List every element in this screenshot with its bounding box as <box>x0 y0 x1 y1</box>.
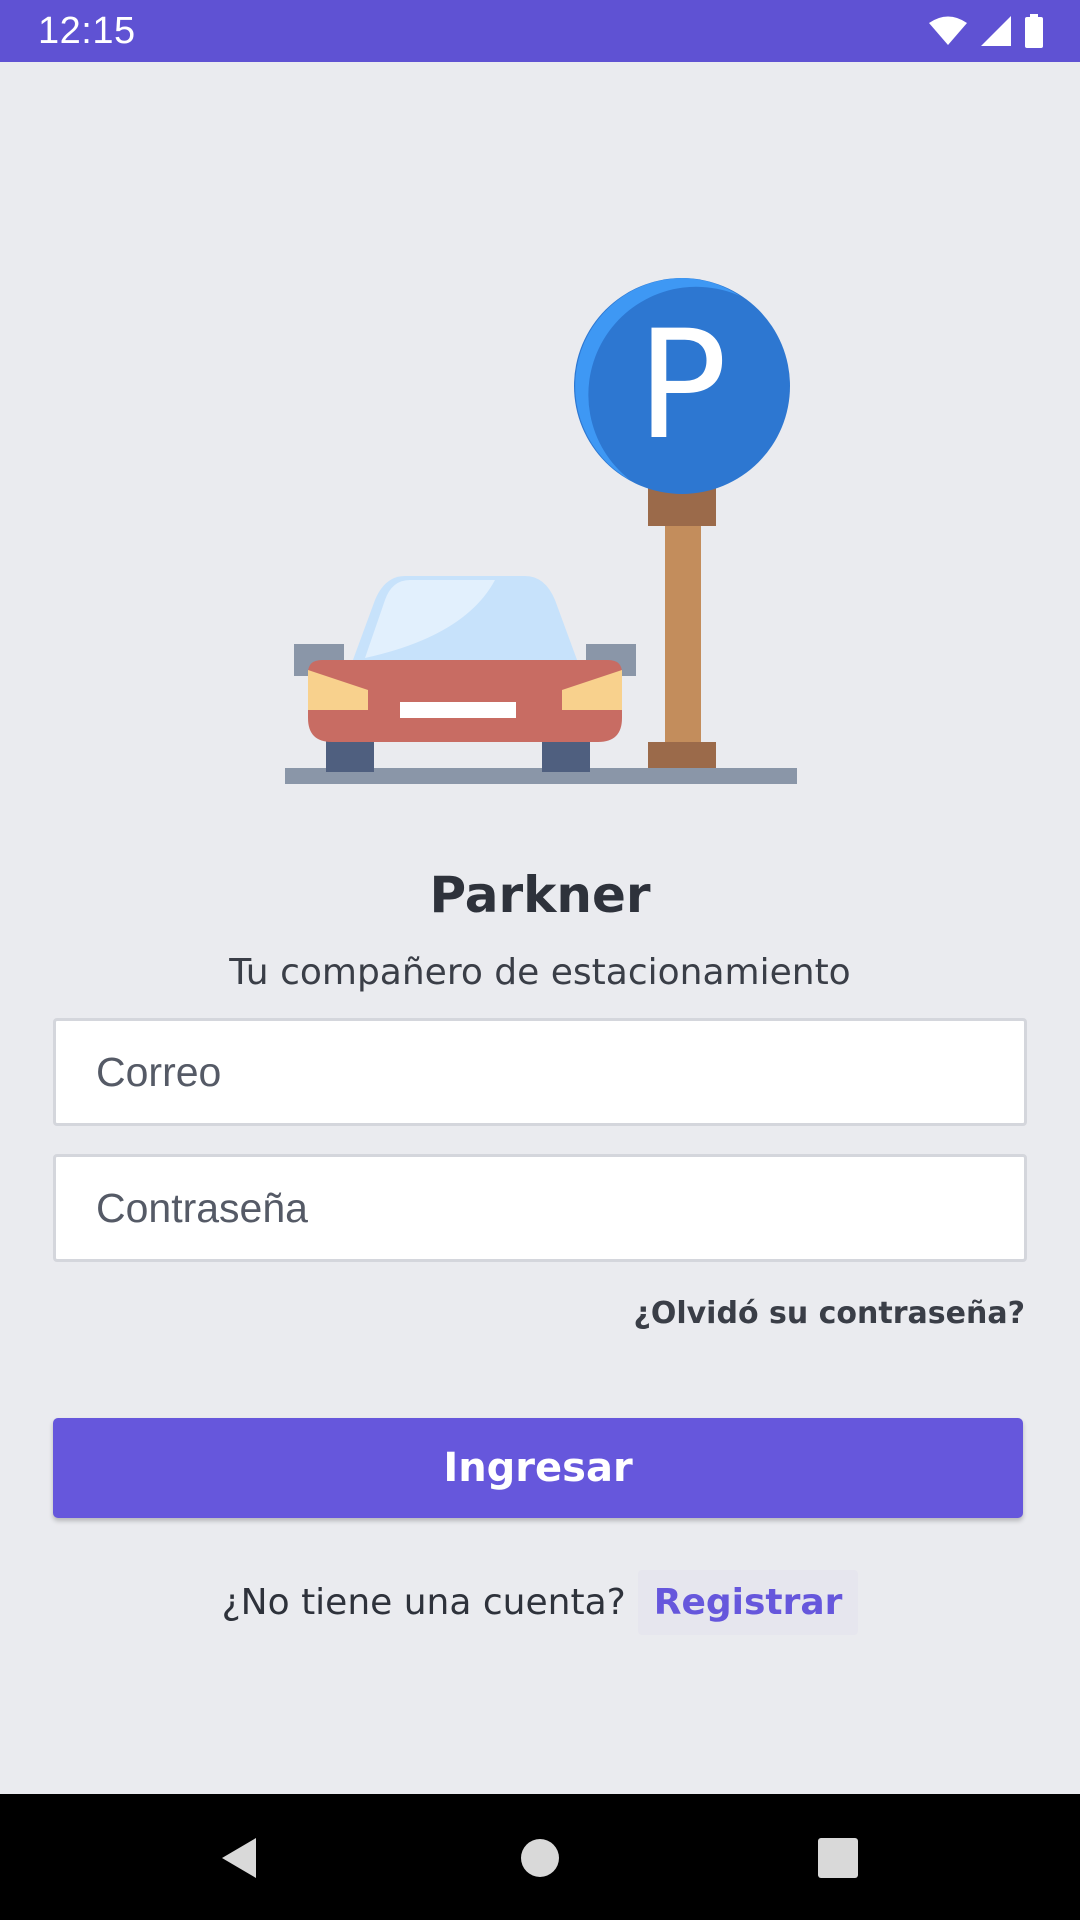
parking-sign-letter: P <box>637 299 727 473</box>
parking-illustration: P <box>285 278 797 784</box>
status-bar: 12:15 <box>0 0 1080 62</box>
recents-icon[interactable] <box>808 1828 868 1888</box>
email-field[interactable] <box>53 1018 1027 1126</box>
password-field[interactable] <box>53 1154 1027 1262</box>
login-button[interactable]: Ingresar <box>53 1418 1023 1518</box>
cellular-signal-icon <box>981 16 1011 46</box>
status-icons <box>928 14 1044 48</box>
navigation-bar <box>0 1794 1080 1920</box>
register-row: ¿No tiene una cuenta? Registrar <box>0 1570 1080 1635</box>
app-title: Parkner <box>429 866 651 924</box>
forgot-password-link[interactable]: ¿Olvidó su contraseña? <box>633 1294 1025 1334</box>
app-subtitle: Tu compañero de estacionamiento <box>229 952 851 993</box>
register-link[interactable]: Registrar <box>637 1570 859 1635</box>
status-time: 12:15 <box>38 10 136 52</box>
login-screen: 12:15 P Parkner Tu compañero de estacion… <box>0 0 1080 1920</box>
register-question: ¿No tiene una cuenta? <box>221 1582 626 1623</box>
wifi-icon <box>929 16 967 45</box>
home-icon[interactable] <box>510 1828 570 1888</box>
battery-icon <box>1025 14 1043 48</box>
car-icon <box>285 576 797 784</box>
back-icon[interactable] <box>210 1828 270 1888</box>
